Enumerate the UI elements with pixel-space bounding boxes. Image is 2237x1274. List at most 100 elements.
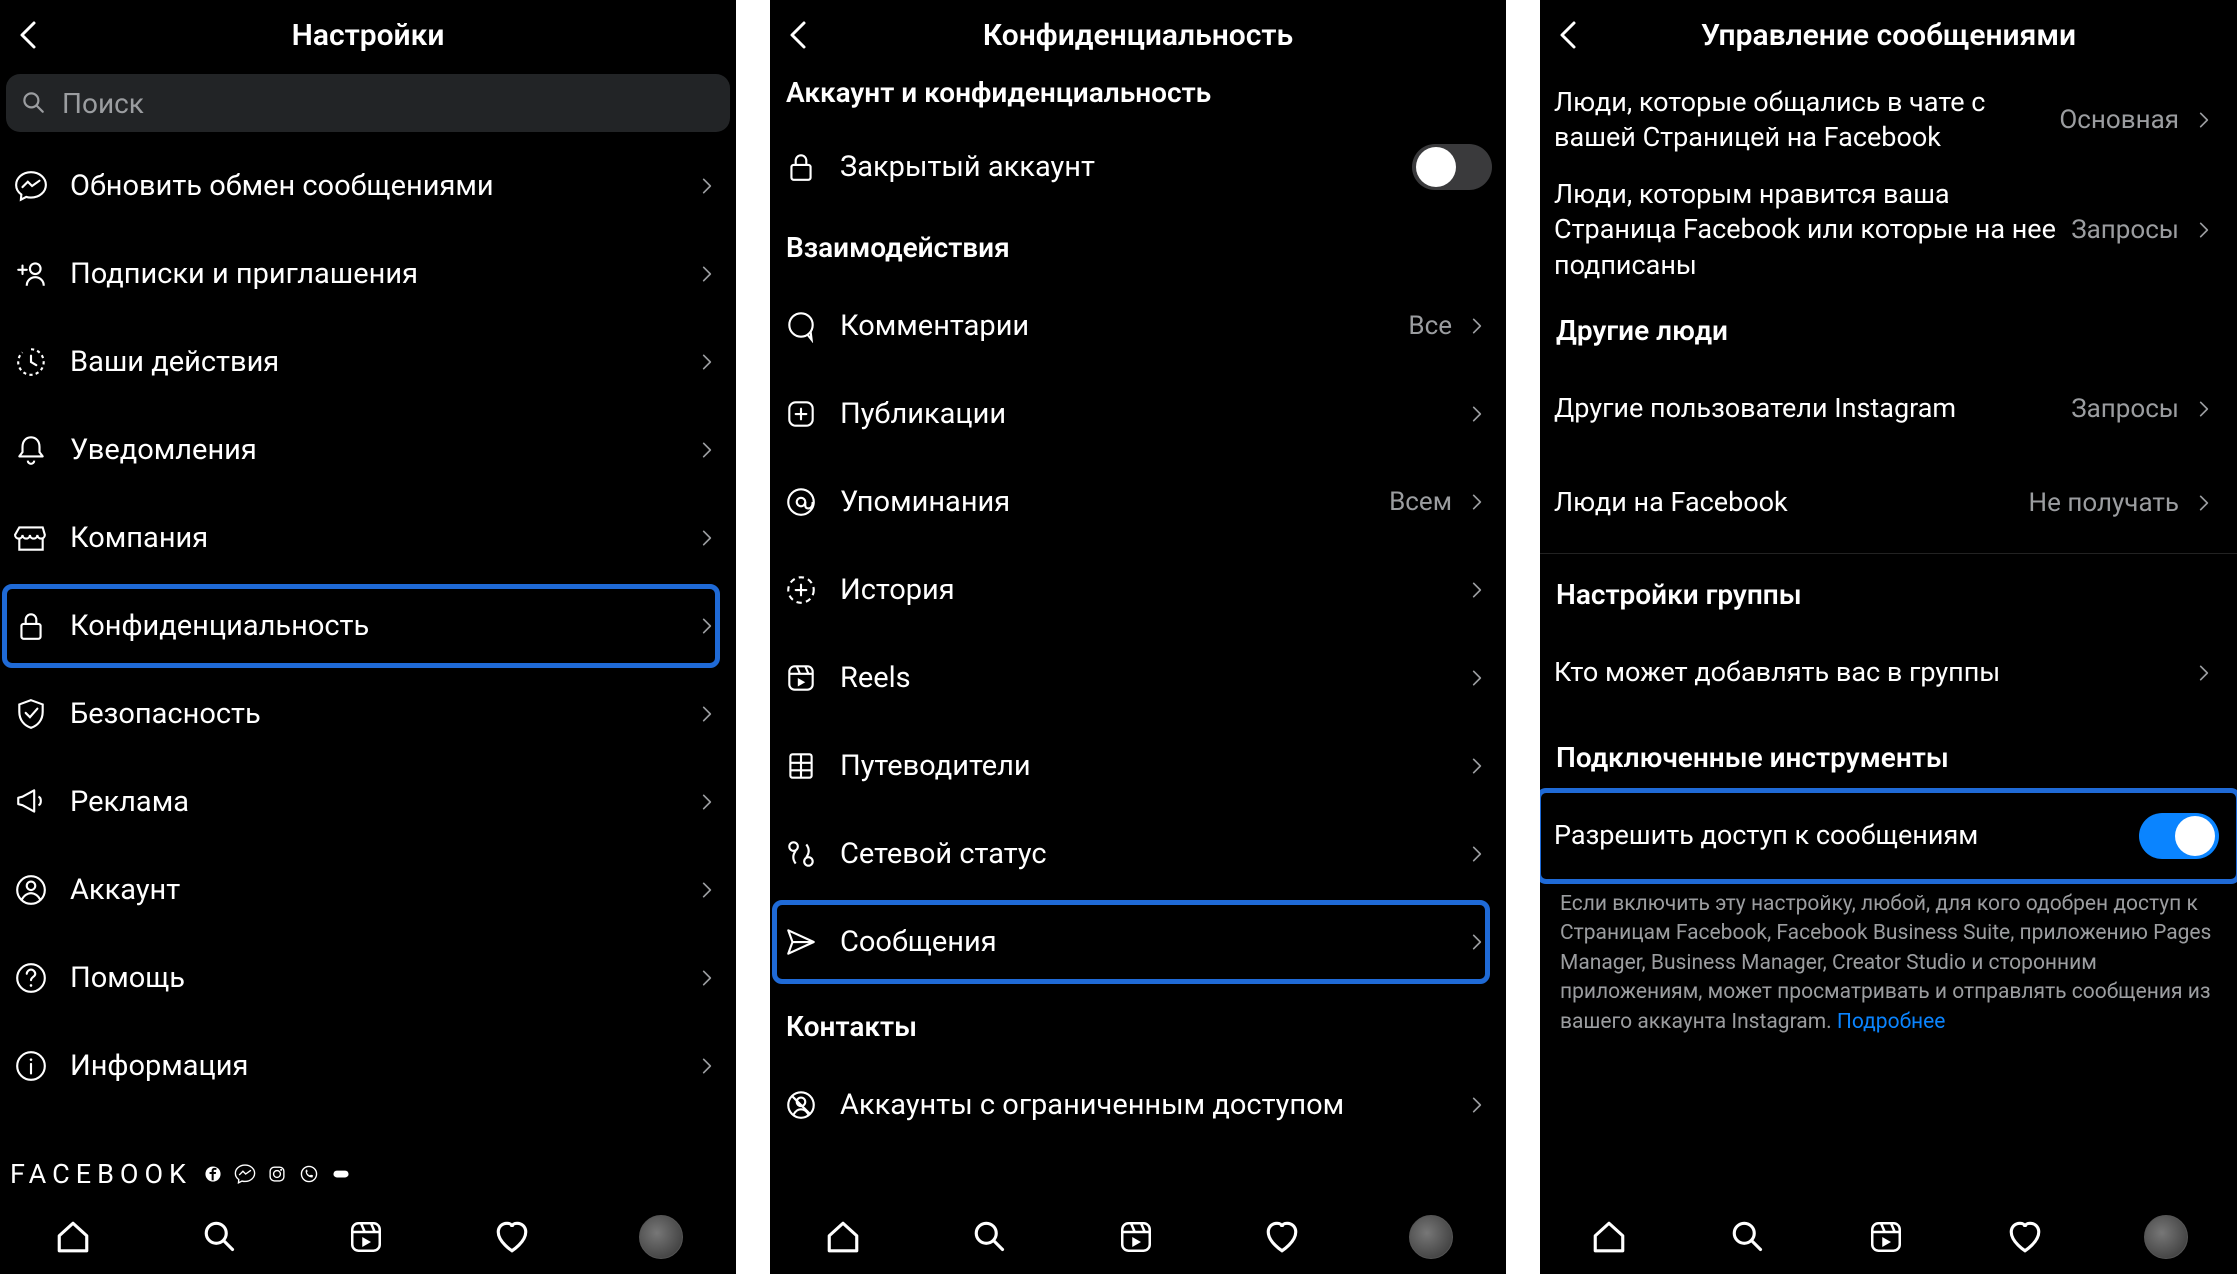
mention-icon xyxy=(784,485,840,519)
nav-search[interactable] xyxy=(970,1217,1010,1257)
nav-activity[interactable] xyxy=(1262,1217,1302,1257)
list-item[interactable]: История xyxy=(770,546,1506,634)
item-label: Информация xyxy=(70,1049,692,1083)
list-item[interactable]: Конфиденциальность xyxy=(0,582,736,670)
nav-reels[interactable] xyxy=(1116,1217,1156,1257)
list-item[interactable]: Путеводители xyxy=(770,722,1506,810)
list-item[interactable]: Люди, которым нравится ваша Страница Fac… xyxy=(1540,170,2237,290)
item-label: Помощь xyxy=(70,961,692,995)
messenger-icon xyxy=(234,1163,256,1185)
nav-reels[interactable] xyxy=(1866,1217,1906,1257)
item-label: Сообщения xyxy=(840,925,1462,959)
item-meta: Все xyxy=(1408,311,1452,341)
private-account-toggle[interactable] xyxy=(1412,144,1492,190)
page-title: Настройки xyxy=(0,18,736,53)
list-item[interactable]: Информация xyxy=(0,1022,736,1110)
comment-icon xyxy=(784,309,840,343)
page-title: Управление сообщениями xyxy=(1540,18,2237,53)
interactions-list: КомментарииВсеПубликацииУпоминанияВсемИс… xyxy=(770,282,1506,986)
list-item[interactable]: Обновить обмен сообщениями xyxy=(0,142,736,230)
list-item[interactable]: Публикации xyxy=(770,370,1506,458)
settings-list: Обновить обмен сообщениями Подписки и при… xyxy=(0,142,736,1156)
activity-icon xyxy=(14,345,70,379)
search-input[interactable]: Поиск xyxy=(6,74,730,132)
item-label: Люди, которым нравится ваша Страница Fac… xyxy=(1554,177,2071,282)
network-icon xyxy=(784,837,840,871)
list-item[interactable]: Ваши действия xyxy=(0,318,736,406)
list-item[interactable]: УпоминанияВсем xyxy=(770,458,1506,546)
item-label: Путеводители xyxy=(840,749,1462,783)
plus-box-icon xyxy=(784,397,840,431)
allow-message-access-row[interactable]: Разрешить доступ к сообщениям xyxy=(1540,792,2237,880)
nav-home[interactable] xyxy=(53,1217,93,1257)
lock-icon xyxy=(784,150,840,184)
send-icon xyxy=(784,925,840,959)
chevron-right-icon xyxy=(1462,1090,1492,1120)
nav-home[interactable] xyxy=(823,1217,863,1257)
list-item[interactable]: Реклама xyxy=(0,758,736,846)
item-label: Подписки и приглашения xyxy=(70,257,692,291)
chevron-right-icon xyxy=(1462,487,1492,517)
message-controls-panel: Управление сообщениями Люди, которые общ… xyxy=(1540,0,2237,1274)
list-item[interactable]: Reels xyxy=(770,634,1506,722)
storefront-icon xyxy=(14,521,70,555)
list-item[interactable]: Сообщения xyxy=(770,898,1506,986)
item-meta: Всем xyxy=(1389,487,1452,517)
header: Конфиденциальность xyxy=(770,0,1506,70)
chevron-right-icon xyxy=(692,963,722,993)
bottom-navbar xyxy=(1540,1200,2237,1274)
nav-profile[interactable] xyxy=(1409,1215,1453,1259)
list-item[interactable]: Компания xyxy=(0,494,736,582)
item-label: Конфиденциальность xyxy=(70,609,692,643)
private-account-row[interactable]: Закрытый аккаунт xyxy=(770,127,1506,207)
instagram-icon xyxy=(266,1163,288,1185)
settings-panel: Настройки Поиск Обновить обмен сообщения… xyxy=(0,0,736,1274)
list-item[interactable]: Люди, которые общались в чате с вашей Ст… xyxy=(1540,70,2237,170)
avatar xyxy=(2144,1215,2188,1259)
chevron-right-icon xyxy=(692,435,722,465)
chevron-right-icon xyxy=(1462,839,1492,869)
back-button[interactable] xyxy=(1540,19,1590,51)
nav-activity[interactable] xyxy=(2005,1217,2045,1257)
nav-search[interactable] xyxy=(200,1217,240,1257)
nav-profile[interactable] xyxy=(639,1215,683,1259)
item-label: Другие пользователи Instagram xyxy=(1554,391,2071,426)
list-item[interactable]: Аккаунт xyxy=(0,846,736,934)
back-button[interactable] xyxy=(0,19,50,51)
allow-access-toggle[interactable] xyxy=(2139,813,2219,859)
chevron-right-icon xyxy=(692,171,722,201)
section-group-settings: Настройки группы xyxy=(1540,554,2237,629)
header: Настройки xyxy=(0,0,736,70)
list-item[interactable]: Уведомления xyxy=(0,406,736,494)
item-label: Люди на Facebook xyxy=(1554,485,2029,520)
info-icon xyxy=(14,1049,70,1083)
nav-reels[interactable] xyxy=(346,1217,386,1257)
section-interactions: Взаимодействия xyxy=(770,207,1506,282)
item-label: Аккаунт xyxy=(70,873,692,907)
list-item[interactable]: Помощь xyxy=(0,934,736,1022)
search-placeholder: Поиск xyxy=(62,87,144,120)
learn-more-link[interactable]: Подробнее xyxy=(1837,1010,1946,1034)
nav-activity[interactable] xyxy=(492,1217,532,1257)
nav-home[interactable] xyxy=(1589,1217,1629,1257)
footer-brand: FACEBOOK xyxy=(0,1156,736,1200)
list-item[interactable]: Безопасность xyxy=(0,670,736,758)
list-item[interactable]: Аккаунты с ограниченным доступом xyxy=(770,1061,1506,1149)
list-item[interactable]: КомментарииВсе xyxy=(770,282,1506,370)
list-item[interactable]: Другие пользователи Instagram Запросы xyxy=(1540,365,2237,453)
nav-search[interactable] xyxy=(1728,1217,1768,1257)
list-item[interactable]: Сетевой статус xyxy=(770,810,1506,898)
messenger-icon xyxy=(14,169,70,203)
list-item[interactable]: Подписки и приглашения xyxy=(0,230,736,318)
list-item[interactable]: Люди на Facebook Не получать xyxy=(1540,453,2237,553)
section-other-people: Другие люди xyxy=(1540,290,2237,365)
lock-icon xyxy=(14,609,70,643)
section-account-privacy: Аккаунт и конфиденциальность xyxy=(770,70,1506,127)
item-label: Люди, которые общались в чате с вашей Ст… xyxy=(1554,85,2059,155)
oculus-icon xyxy=(330,1163,352,1185)
chevron-right-icon xyxy=(1462,311,1492,341)
item-meta: Запросы xyxy=(2071,394,2179,424)
group-add-row[interactable]: Кто может добавлять вас в группы xyxy=(1540,629,2237,717)
back-button[interactable] xyxy=(770,19,820,51)
nav-profile[interactable] xyxy=(2144,1215,2188,1259)
